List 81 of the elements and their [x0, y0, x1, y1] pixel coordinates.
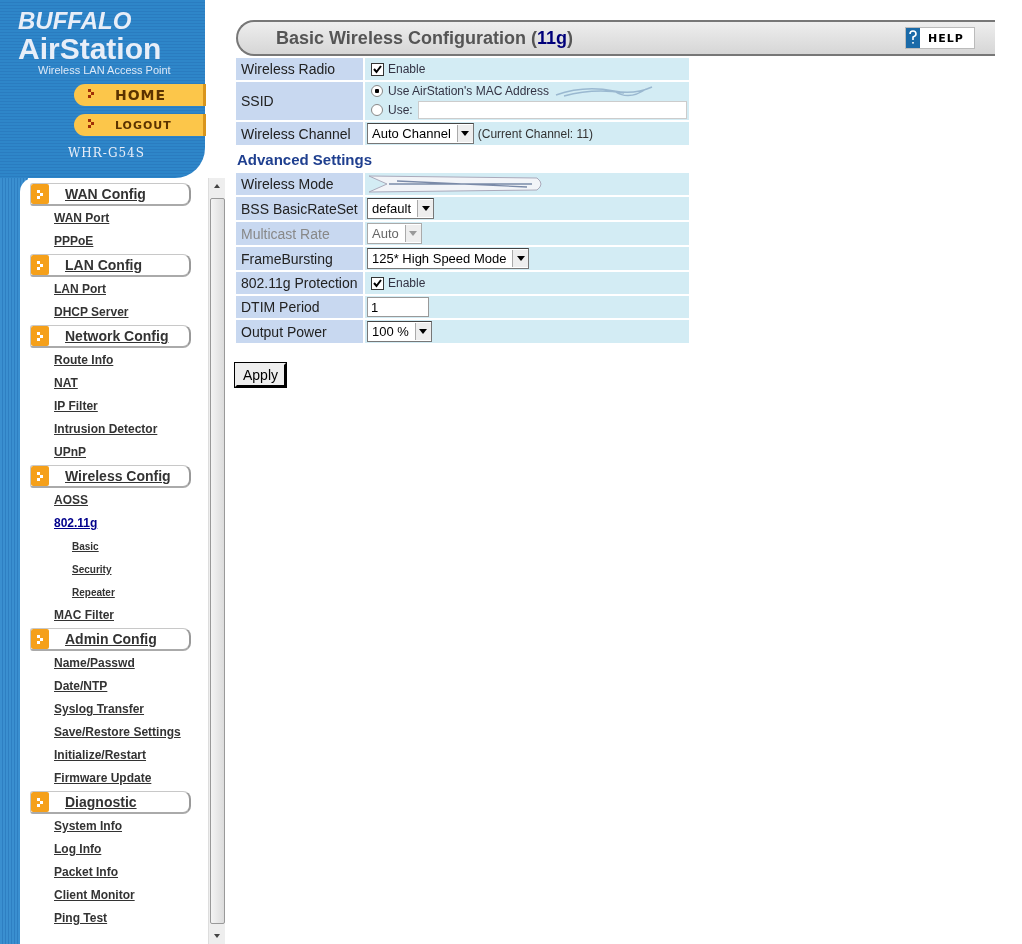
- nav-link[interactable]: Intrusion Detector: [54, 418, 158, 441]
- nav-link[interactable]: 802.11g: [54, 512, 98, 535]
- question-icon: [907, 29, 919, 47]
- field-label: DTIM Period: [236, 296, 363, 318]
- brand-logo: BUFFALO: [18, 8, 133, 34]
- apply-button[interactable]: Apply: [235, 363, 287, 387]
- dropdown-arrow-icon: [409, 231, 418, 236]
- help-button[interactable]: HELP: [905, 27, 975, 49]
- option-label: Use AirStation's MAC Address: [388, 84, 550, 98]
- caret-icon: [88, 89, 97, 101]
- nav-link[interactable]: UPnP: [54, 441, 86, 464]
- nav-link[interactable]: Client Monitor: [54, 884, 135, 907]
- home-button[interactable]: HOME: [74, 84, 206, 106]
- dropdown-arrow-icon: [419, 329, 428, 334]
- dropdown-arrow-icon: [461, 131, 470, 136]
- nav-link[interactable]: Date/NTP: [54, 675, 108, 698]
- section-header[interactable]: Diagnostic: [30, 791, 191, 814]
- nav-link[interactable]: WAN Port: [54, 207, 110, 230]
- nav-link[interactable]: Name/Passwd: [54, 652, 135, 675]
- nav-link[interactable]: IP Filter: [54, 395, 98, 418]
- dropdown[interactable]: default: [367, 198, 435, 219]
- caret-icon: [88, 119, 97, 131]
- nav-link[interactable]: Initialize/Restart: [54, 744, 147, 767]
- tagline: Wireless LAN Access Point: [38, 64, 172, 76]
- nav-link[interactable]: Repeater: [72, 581, 115, 604]
- caret-icon: [31, 629, 49, 649]
- section-header[interactable]: Admin Config: [30, 628, 191, 651]
- section-header[interactable]: Network Config: [30, 325, 191, 348]
- caret-icon: [31, 792, 49, 812]
- field-label: Wireless Mode: [236, 173, 363, 195]
- section-header[interactable]: WAN Config: [30, 183, 191, 206]
- nav-link[interactable]: NAT: [54, 372, 78, 395]
- field-label: BSS BasicRateSet: [236, 197, 363, 220]
- caret-icon: [31, 466, 49, 486]
- field-label: Multicast Rate: [236, 222, 363, 245]
- channel-note: (Current Channel: 11): [477, 126, 593, 141]
- field-label: Wireless Channel: [236, 122, 363, 145]
- nav-link[interactable]: Security: [72, 558, 112, 581]
- dropdown-arrow-icon: [516, 256, 525, 261]
- section-header[interactable]: LAN Config: [30, 254, 191, 277]
- nav-link[interactable]: Packet Info: [54, 861, 119, 884]
- nav-link[interactable]: LAN Port: [54, 278, 106, 301]
- radio-button[interactable]: [371, 85, 383, 97]
- radio-button[interactable]: [371, 104, 383, 116]
- nav-link[interactable]: Route Info: [54, 349, 114, 372]
- field-label: SSID: [236, 82, 363, 120]
- ssid-field[interactable]: [417, 101, 687, 119]
- product-logo: AirStation: [18, 34, 163, 64]
- nav-link[interactable]: System Info: [54, 815, 122, 838]
- section-title: Advanced Settings: [237, 151, 374, 168]
- checkbox[interactable]: [371, 62, 384, 76]
- caret-icon: [31, 255, 49, 275]
- model-name: WHR-G54S: [68, 146, 146, 160]
- option-label: Enable: [388, 62, 426, 76]
- option-label: Use:: [388, 103, 413, 117]
- field-label: Wireless Radio: [236, 58, 363, 80]
- nav-link[interactable]: AOSS: [54, 489, 88, 512]
- caret-icon: [31, 184, 49, 204]
- page-title: Basic Wireless Configuration (11g): [276, 27, 573, 49]
- field-label: 802.11g Protection: [236, 272, 363, 294]
- nav-link[interactable]: Basic: [72, 535, 99, 558]
- nav-link[interactable]: PPPoE: [54, 230, 94, 253]
- nav-link[interactable]: Log Info: [54, 838, 102, 861]
- option-label: Enable: [388, 276, 426, 290]
- nav-link[interactable]: Save/Restore Settings: [54, 721, 181, 744]
- dropdown-arrow-icon: [421, 206, 430, 211]
- section-header[interactable]: Wireless Config: [30, 465, 191, 488]
- logout-button[interactable]: LOGOUT: [74, 114, 206, 136]
- dropdown[interactable]: Auto Channel: [367, 123, 474, 144]
- nav-link[interactable]: Ping Test: [54, 907, 108, 930]
- nav-link[interactable]: MAC Filter: [54, 604, 114, 627]
- checkbox[interactable]: [371, 276, 384, 290]
- text-field[interactable]: 1: [367, 297, 429, 317]
- field-label: FrameBursting: [236, 247, 363, 270]
- nav-link[interactable]: Firmware Update: [54, 767, 152, 790]
- dropdown[interactable]: 100 %: [367, 321, 432, 342]
- caret-icon: [31, 326, 49, 346]
- nav-link[interactable]: Syslog Transfer: [54, 698, 145, 721]
- dropdown[interactable]: 125* High Speed Mode: [367, 248, 530, 269]
- field-label: Output Power: [236, 320, 363, 343]
- nav-link[interactable]: DHCP Server: [54, 301, 129, 324]
